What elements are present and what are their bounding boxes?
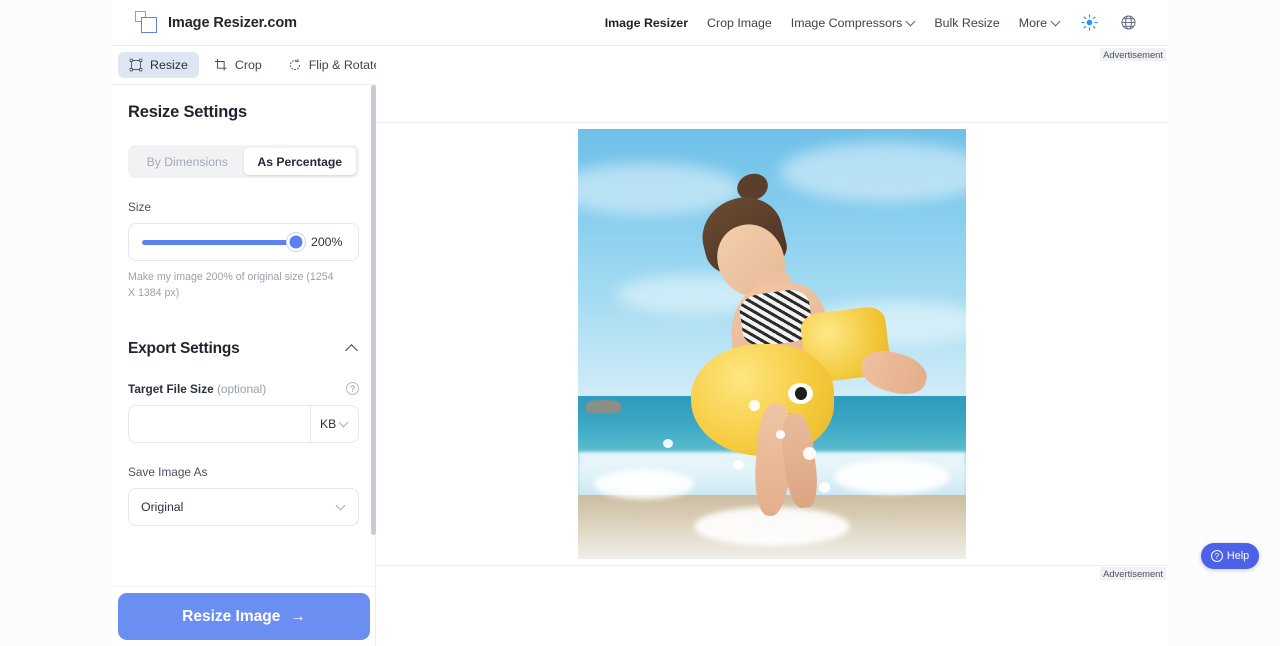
nav-item-crop-image[interactable]: Crop Image: [707, 16, 772, 30]
overlapping-squares-logo-icon: [135, 11, 159, 34]
size-value: 200%: [311, 235, 343, 249]
settings-panel: Resize Settings By Dimensions As Percent…: [112, 84, 376, 586]
nav-item-image-resizer[interactable]: Image Resizer: [605, 16, 688, 30]
save-image-as-label: Save Image As: [128, 464, 208, 479]
theme-toggle-button[interactable]: [1079, 13, 1099, 33]
photo-foam: [593, 468, 695, 499]
chevron-down-icon: [907, 18, 915, 26]
tab-label: Resize: [150, 58, 188, 72]
question-circle-icon: ?: [1210, 550, 1223, 562]
nav-item-bulk-resize[interactable]: Bulk Resize: [934, 16, 999, 30]
save-image-as-select[interactable]: Original: [128, 487, 359, 526]
ad-label-bottom: Advertisement: [1100, 567, 1166, 580]
cta-footer: Resize Image →: [112, 586, 376, 646]
file-size-unit-select[interactable]: KB: [310, 404, 359, 443]
image-preview-wrapper: [376, 123, 1168, 565]
target-file-size-group: KB: [128, 404, 359, 443]
arrow-right-icon: →: [290, 607, 306, 625]
target-file-size-label-row: Target File Size (optional) ?: [128, 382, 359, 396]
page-title: Resize Settings: [128, 103, 247, 121]
size-helper-text: Make my image 200% of original size (125…: [128, 271, 334, 299]
ad-slot-top: Advertisement: [376, 46, 1168, 123]
editor-tabs: Resize Crop Flip & Rotate: [112, 46, 380, 84]
slider-thumb[interactable]: [289, 235, 303, 249]
globe-icon: [1120, 15, 1136, 30]
nav-label: Image Compressors: [790, 15, 903, 30]
resize-image-button[interactable]: Resize Image →: [118, 593, 370, 640]
export-settings-header[interactable]: Export Settings: [128, 340, 359, 358]
main-nav: Image Resizer Crop Image Image Compresso…: [605, 13, 1138, 33]
language-button[interactable]: [1118, 13, 1138, 33]
chevron-down-icon: [1052, 18, 1060, 26]
brand-name: Image Resizer.com: [168, 14, 297, 31]
resize-mode-toggle: By Dimensions As Percentage: [128, 145, 359, 178]
size-slider[interactable]: [142, 235, 303, 249]
nav-label: Crop Image: [707, 15, 772, 30]
nav-label: Bulk Resize: [934, 15, 1000, 30]
tab-resize[interactable]: Resize: [118, 52, 199, 78]
question-mark-icon[interactable]: ?: [346, 382, 359, 396]
mode-option-as-percentage[interactable]: As Percentage: [243, 148, 356, 175]
ad-slot-bottom: Advertisement: [376, 565, 1168, 646]
target-file-size-label: Target File Size (optional): [128, 381, 267, 396]
export-settings-title: Export Settings: [128, 339, 240, 357]
size-slider-container: 200%: [128, 223, 359, 261]
page-gutter-left: [0, 0, 112, 646]
nav-label: Image Resizer: [604, 15, 689, 30]
chevron-down-icon: [337, 502, 346, 511]
photo-duck-eye: [787, 382, 813, 405]
sun-icon: [1080, 14, 1098, 31]
nav-item-image-compressors[interactable]: Image Compressors: [791, 16, 916, 30]
unit-value: KB: [320, 416, 337, 431]
photo-splash: [775, 430, 786, 439]
optional-suffix: (optional): [216, 381, 267, 396]
rotate-icon: [289, 58, 300, 70]
app-root: Image Resizer.com Image Resizer Crop Ima…: [0, 0, 1280, 646]
brand-logo[interactable]: Image Resizer.com: [135, 11, 297, 34]
crop-icon: [214, 59, 227, 71]
site-header: Image Resizer.com Image Resizer Crop Ima…: [112, 0, 1168, 46]
nav-label: More: [1018, 15, 1047, 30]
tab-flip-rotate[interactable]: Flip & Rotate: [277, 52, 392, 78]
size-label: Size: [128, 200, 151, 214]
chevron-down-icon: [340, 419, 349, 428]
tab-crop[interactable]: Crop: [203, 52, 273, 78]
ad-label-top: Advertisement: [1100, 48, 1166, 61]
tab-label: Flip & Rotate: [308, 58, 381, 72]
chevron-up-icon[interactable]: [346, 342, 359, 355]
mode-option-by-dimensions[interactable]: By Dimensions: [131, 148, 244, 175]
nav-item-more[interactable]: More: [1019, 16, 1060, 30]
image-preview[interactable]: [578, 129, 966, 559]
canvas-area: Advertisement Advertisement: [376, 46, 1168, 646]
save-format-value: Original: [141, 499, 184, 514]
tab-label: Crop: [234, 58, 262, 72]
target-file-size-input[interactable]: [128, 404, 310, 443]
photo-splash: [818, 481, 831, 493]
photo-rock: [585, 399, 621, 413]
resize-handles-icon: [129, 58, 143, 72]
slider-fill: [142, 239, 297, 245]
help-label: Help: [1226, 550, 1250, 562]
help-button[interactable]: ? Help: [1201, 543, 1259, 569]
cta-label: Resize Image: [182, 607, 281, 625]
